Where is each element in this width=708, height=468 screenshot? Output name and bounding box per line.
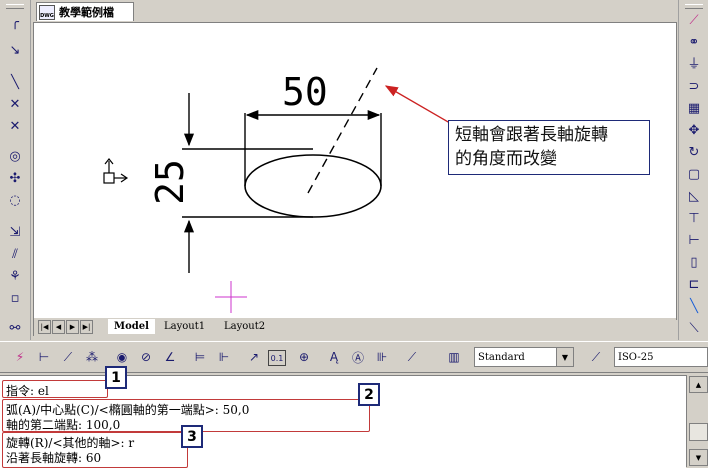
annotation-note: 短軸會跟著長軸旋轉 的角度而改變: [448, 120, 650, 175]
center-mark-icon[interactable]: ⊕: [294, 347, 314, 367]
radius-dim-icon[interactable]: ◉: [112, 347, 132, 367]
circle-icon[interactable]: ◎: [4, 146, 26, 166]
point-icon[interactable]: ▫: [4, 288, 26, 308]
tab-layout1[interactable]: Layout1: [158, 319, 211, 334]
rotate-icon[interactable]: ↻: [683, 142, 705, 162]
dwg-file-icon: DWG: [39, 4, 55, 20]
document-tab[interactable]: DWG 教學範例檔: [36, 2, 134, 21]
spline-icon[interactable]: ⚘: [4, 266, 26, 286]
scale-icon[interactable]: ▢: [683, 164, 705, 184]
toolbar-grip[interactable]: [6, 4, 24, 9]
offset-icon[interactable]: ⊃: [683, 76, 705, 96]
annotation-line-2: 的角度而改變: [455, 149, 557, 169]
polygon-icon[interactable]: ⇲: [4, 222, 26, 242]
mline-icon[interactable]: ⫽: [4, 244, 26, 264]
crosshair-cursor: [215, 281, 247, 313]
callout-1: 1: [105, 366, 127, 389]
break-icon[interactable]: ▯: [683, 252, 705, 272]
command-scrollbar[interactable]: ▲ ▼: [686, 375, 708, 467]
ucs-icon: [103, 158, 129, 184]
tab-model[interactable]: Model: [108, 319, 155, 334]
next-tab-button[interactable]: ▶: [66, 320, 79, 334]
annotation-line-1: 短軸會跟著長軸旋轉: [455, 125, 608, 145]
linear-dim-icon[interactable]: ⊢: [34, 347, 54, 367]
extend-icon[interactable]: ⊢: [683, 230, 705, 250]
diameter-dim-icon[interactable]: ⊘: [136, 347, 156, 367]
toolbar-grip[interactable]: [685, 4, 703, 9]
continue-dim-icon[interactable]: ⊩: [214, 347, 234, 367]
copy-icon[interactable]: ⚭: [683, 32, 705, 52]
dim-style-apply-icon[interactable]: ⟋: [586, 347, 606, 367]
fillet-icon[interactable]: ╲: [683, 296, 705, 316]
ray-icon[interactable]: ╲: [4, 72, 26, 92]
dim-style2-select[interactable]: ISO-25: [614, 347, 708, 367]
dim-update-icon[interactable]: ⊪: [372, 347, 392, 367]
last-tab-button[interactable]: ▶|: [80, 320, 93, 334]
dim-style-select[interactable]: Standard ▼: [474, 347, 574, 367]
circle-3p-icon[interactable]: ✣: [4, 168, 26, 188]
baseline-dim-icon[interactable]: ⊨: [190, 347, 210, 367]
first-tab-button[interactable]: |◀: [38, 320, 51, 334]
ellipse-shape: [244, 154, 382, 218]
modify-toolbar: ⟋ ⚭ ⏚ ⊃ ▦ ✥ ↻ ▢ ◺ ⊤ ⊢ ▯ ⊏ ╲ ⟍: [678, 0, 708, 340]
explode-icon[interactable]: ⟍: [683, 318, 705, 338]
dimension-text-vertical: 25: [148, 159, 192, 205]
tolerance-icon[interactable]: 0.1: [268, 350, 286, 366]
stretch-icon[interactable]: ◺: [683, 186, 705, 206]
scroll-up-button[interactable]: ▲: [689, 376, 708, 393]
scroll-thumb[interactable]: [689, 423, 708, 441]
line-icon[interactable]: ╭: [4, 12, 26, 32]
dim-text-edit-icon[interactable]: Ⓐ: [348, 347, 368, 367]
ordinate-dim-icon[interactable]: ⁂: [82, 347, 102, 367]
mirror-icon[interactable]: ⏚: [683, 54, 705, 74]
prev-tab-button[interactable]: ◀: [52, 320, 65, 334]
hatch-icon[interactable]: ⚯: [4, 318, 26, 338]
dim-manager-icon[interactable]: ▥: [444, 347, 464, 367]
draw-toolbar: ╭ ↘ ╲ ✕ ✕ ◎ ✣ ◌ ⇲ ⫽ ⚘ ▫ ⚯: [0, 0, 31, 340]
angular-dim-icon[interactable]: ∠: [160, 347, 180, 367]
dim-edit-icon[interactable]: Ą: [324, 347, 344, 367]
dimension-text-horizontal: 50: [282, 70, 328, 114]
quick-dim-icon[interactable]: ⚡: [10, 347, 30, 367]
array-icon[interactable]: ▦: [683, 98, 705, 118]
aligned-dim-icon[interactable]: ⟋: [58, 347, 78, 367]
command-window[interactable]: 指令: el 弧(A)/中心點(C)/<橢圓軸的第一端點>: 50,0 軸的第二…: [0, 375, 686, 468]
construction-line-icon[interactable]: ✕: [4, 116, 26, 136]
highlight-box-1: [2, 380, 108, 398]
leader-icon[interactable]: ↗: [244, 347, 264, 367]
highlight-box-3: [2, 432, 188, 468]
trim-icon[interactable]: ⊤: [683, 208, 705, 228]
xline-icon[interactable]: ✕: [4, 94, 26, 114]
dim-style2-value: ISO-25: [618, 351, 654, 363]
arc-icon[interactable]: ◌: [4, 190, 26, 210]
polyline-icon[interactable]: ↘: [4, 40, 26, 60]
layout-tab-bar: |◀ ◀ ▶ ▶| Model Layout1 Layout2: [33, 318, 676, 336]
chamfer-icon[interactable]: ⊏: [683, 274, 705, 294]
document-title: 教學範例檔: [59, 6, 114, 19]
move-icon[interactable]: ✥: [683, 120, 705, 140]
scroll-down-button[interactable]: ▼: [689, 449, 708, 466]
erase-icon[interactable]: ⟋: [683, 10, 705, 30]
callout-2: 2: [358, 383, 380, 406]
chevron-down-icon[interactable]: ▼: [556, 348, 573, 366]
dim-style-icon[interactable]: ⟋: [402, 347, 422, 367]
dim-style-value: Standard: [478, 351, 525, 363]
tab-layout2[interactable]: Layout2: [218, 319, 271, 334]
callout-3: 3: [181, 425, 203, 448]
